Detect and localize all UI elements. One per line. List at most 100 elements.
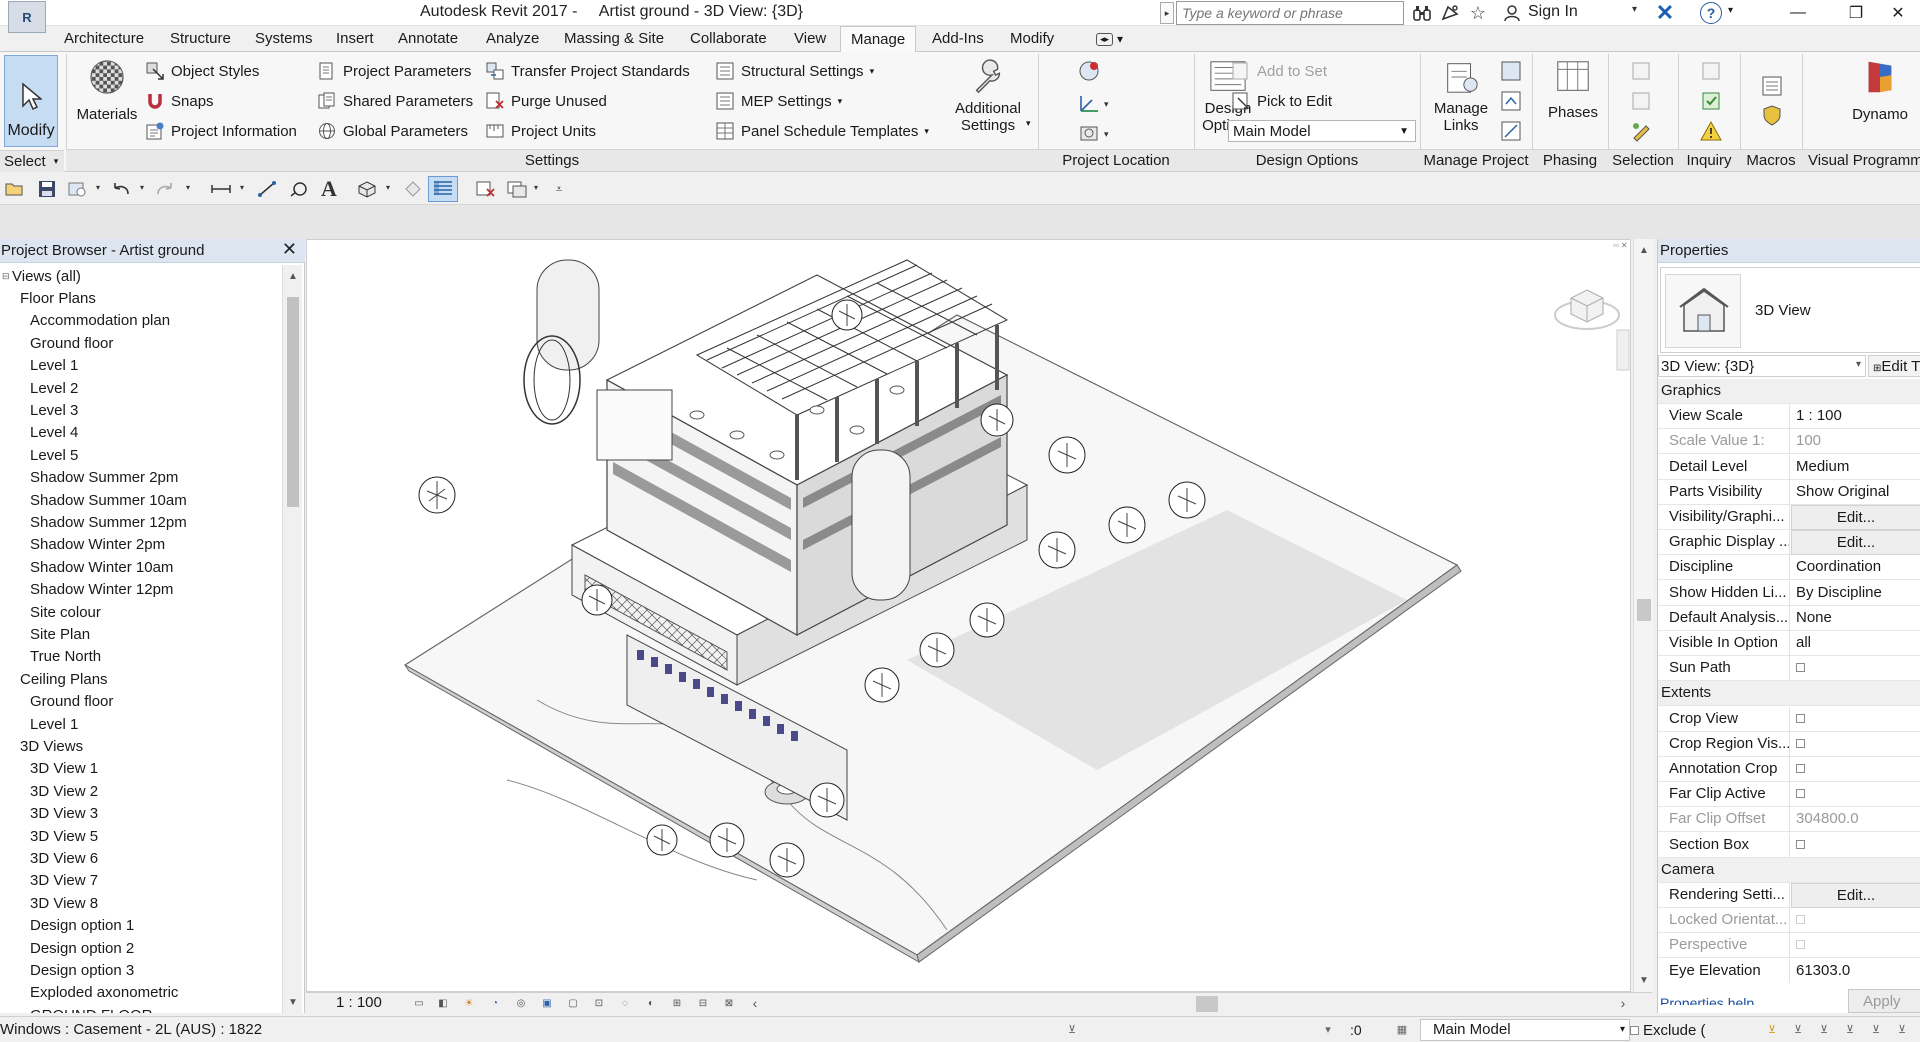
tree-view-item[interactable]: Level 1 (30, 355, 78, 377)
close-icon[interactable]: ✕ (282, 239, 297, 260)
navigation-bar[interactable] (1616, 329, 1630, 371)
property-value[interactable]: 61303.0 (1791, 959, 1920, 983)
tab-analyze[interactable]: Analyze (486, 30, 539, 47)
drag-elements-icon[interactable]: ⊻ (1870, 1023, 1882, 1036)
scrollbar-thumb[interactable] (287, 297, 299, 507)
horizontal-scrollbar-thumb[interactable] (1196, 996, 1218, 1012)
search-expand-arrow[interactable]: ▸ (1160, 2, 1174, 24)
tab-systems[interactable]: Systems (255, 30, 313, 47)
help-icon[interactable]: ? (1700, 2, 1722, 24)
chevron-down-icon[interactable]: ▾ (1632, 4, 1637, 15)
tree-view-item[interactable]: Shadow Summer 2pm (30, 467, 178, 489)
property-checkbox[interactable] (1791, 757, 1920, 782)
tree-view-item[interactable]: Shadow Summer 10am (30, 489, 187, 511)
chevron-down-icon[interactable]: ▾ (1728, 5, 1733, 16)
tree-view-item[interactable]: GROUND FLOOR (30, 1004, 153, 1013)
additional-settings-button[interactable]: Additional Settings (950, 58, 1026, 134)
type-selector[interactable]: 3D View (1660, 267, 1920, 353)
property-checkbox[interactable] (1791, 707, 1920, 732)
structural-settings-button[interactable]: Structural Settings ▾ (716, 60, 874, 82)
warnings-icon[interactable] (1700, 120, 1722, 142)
thin-lines-toggle[interactable] (428, 176, 458, 202)
view-vertical-scrollbar[interactable]: ▲ ▼ (1633, 239, 1653, 992)
property-value[interactable]: By Discipline (1791, 581, 1920, 606)
tree-group-node[interactable]: Ceiling Plans (10, 668, 108, 690)
chevron-down-icon[interactable]: ▾ (186, 183, 190, 192)
aligned-dimension-icon[interactable] (256, 178, 278, 200)
location-icon[interactable] (1078, 60, 1102, 82)
unlocked-3d-view-icon[interactable]: ⊡ (592, 996, 606, 1010)
modify-button[interactable]: Modify (4, 55, 58, 147)
switch-windows-icon[interactable] (506, 178, 528, 200)
object-styles-button[interactable]: Object Styles (146, 60, 259, 82)
scroll-down-icon[interactable]: ▼ (1637, 973, 1651, 987)
manage-links-button[interactable]: Manage Links (1428, 58, 1494, 134)
visual-style-icon[interactable]: ◧ (436, 996, 450, 1010)
macro-security-icon[interactable] (1760, 104, 1784, 128)
ids-of-selection-icon[interactable] (1700, 60, 1722, 82)
property-checkbox[interactable] (1791, 782, 1920, 807)
tree-view-item[interactable]: 3D View 6 (30, 847, 98, 869)
temporary-view-properties-icon[interactable]: ⊞ (670, 996, 684, 1010)
shadows-icon[interactable]: ◔ (488, 996, 502, 1010)
chevron-down-icon[interactable]: ▾ (386, 183, 390, 192)
instance-filter-select[interactable]: 3D View: {3D} ▾ (1658, 355, 1866, 377)
tree-view-item[interactable]: Level 4 (30, 422, 78, 444)
property-value[interactable]: 1 : 100 (1791, 404, 1920, 429)
select-by-face-icon[interactable]: ⊻ (1844, 1023, 1856, 1036)
detail-level-icon[interactable]: ▭ (412, 996, 426, 1010)
position-icon[interactable]: ▾ (1078, 122, 1114, 144)
project-information-button[interactable]: Project Information (146, 120, 297, 142)
revit-app-menu-button[interactable]: R (8, 1, 46, 33)
chevron-down-icon[interactable]: ▾ (140, 183, 144, 192)
close-button[interactable]: ✕ (1876, 0, 1920, 26)
tree-view-item[interactable]: Exploded axonometric (30, 982, 178, 1004)
tree-view-item[interactable]: Site Plan (30, 623, 90, 645)
property-value[interactable]: None (1791, 606, 1920, 631)
chevron-down-icon[interactable]: ▾ (534, 183, 538, 192)
scroll-up-icon[interactable]: ▲ (1637, 243, 1651, 257)
tree-view-item[interactable]: Site colour (30, 601, 101, 623)
measure-icon[interactable] (210, 178, 232, 200)
select-underlay-icon[interactable]: ⊻ (1792, 1023, 1804, 1036)
manage-images-icon[interactable] (1500, 60, 1522, 82)
tree-view-item[interactable]: Ground floor (30, 332, 113, 354)
exclude-options-checkbox[interactable]: Exclude ( (1630, 1019, 1722, 1041)
property-category[interactable]: Extents (1658, 681, 1920, 707)
global-parameters-button[interactable]: Global Parameters (318, 120, 468, 142)
crop-view-icon[interactable]: ▣ (540, 996, 554, 1010)
tree-view-item[interactable]: Design option 3 (30, 959, 134, 981)
text-icon[interactable]: A (318, 176, 340, 201)
project-units-button[interactable]: Project Units (486, 120, 596, 142)
reveal-hidden-icon[interactable]: ◐ (644, 996, 658, 1010)
property-checkbox[interactable] (1791, 656, 1920, 681)
property-value[interactable]: Show Original (1791, 480, 1920, 505)
save-icon[interactable] (36, 178, 58, 200)
tab-collaborate[interactable]: Collaborate (690, 30, 767, 47)
starting-view-icon[interactable] (1500, 90, 1522, 112)
tab-view[interactable]: View (794, 30, 826, 47)
rendering-icon[interactable]: ◎ (514, 996, 528, 1010)
property-category[interactable]: Camera (1658, 857, 1920, 883)
scroll-up-icon[interactable]: ▲ (286, 269, 300, 283)
tree-view-item[interactable]: Shadow Summer 12pm (30, 511, 187, 533)
view-scale-button[interactable]: 1 : 100 (336, 994, 382, 1011)
highlight-displacement-icon[interactable]: ⊠ (722, 996, 736, 1010)
shared-parameters-button[interactable]: Shared Parameters (318, 90, 473, 112)
select-links-icon[interactable]: ⊻ (1766, 1023, 1778, 1036)
tab-structure[interactable]: Structure (170, 30, 231, 47)
properties-help-link[interactable]: Properties help (1660, 995, 1754, 1005)
property-category[interactable]: Graphics (1658, 379, 1920, 404)
property-value[interactable]: Coordination (1791, 555, 1920, 580)
tab-architecture[interactable]: Architecture (64, 30, 144, 47)
load-selection-icon[interactable] (1630, 90, 1652, 112)
chevron-down-icon[interactable]: ▾ (1322, 1023, 1334, 1036)
add-to-set-button[interactable]: Add to Set (1232, 60, 1327, 82)
filter-selection-icon[interactable]: ⊻ (1896, 1023, 1908, 1036)
binoculars-icon[interactable] (1410, 2, 1434, 24)
mep-settings-button[interactable]: MEP Settings ▾ (716, 90, 842, 112)
scroll-down-icon[interactable]: ▼ (286, 995, 300, 1009)
property-checkbox[interactable] (1791, 732, 1920, 757)
tree-view-item[interactable]: Level 5 (30, 444, 78, 466)
property-edit-button[interactable]: Edit... (1791, 505, 1920, 530)
